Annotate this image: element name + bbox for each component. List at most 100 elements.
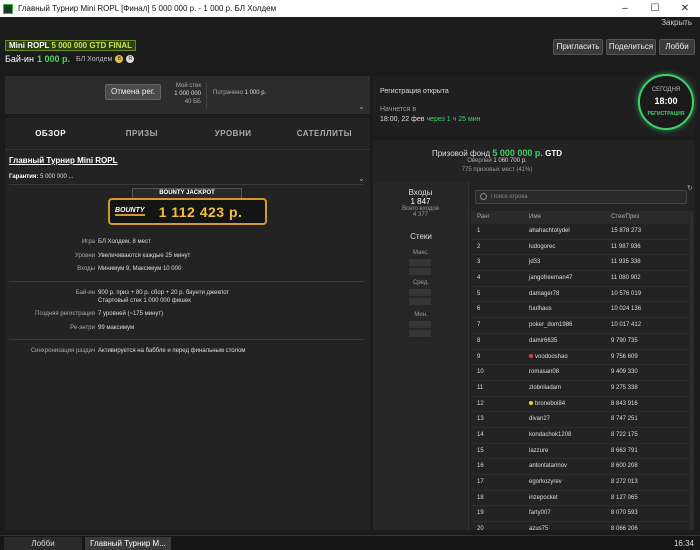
spent-value: 1 000 р. — [244, 90, 267, 96]
tab-levels[interactable]: УРОВНИ — [188, 118, 279, 149]
prize-panel: Призовой фонд 5 000 000 р. GTD Оверлей 1… — [373, 140, 695, 538]
column-stack[interactable]: Стек/Приз — [605, 211, 689, 224]
player-stack: 11 935 338 — [611, 259, 641, 266]
guarantee-value: 5 000 000 ... — [40, 174, 74, 180]
column-name[interactable]: Имя — [525, 211, 605, 224]
bounty-jackpot-label: BOUNTY JACKPOT — [132, 188, 242, 198]
player-stack: 11 080 902 — [611, 275, 641, 282]
prize-pool-currency: GTD — [545, 149, 563, 158]
table-row[interactable]: 2 ludogorec 11 987 936 — [471, 240, 689, 256]
players-scrollbar[interactable] — [690, 211, 693, 530]
table-row[interactable]: 19 farty007 8 070 593 — [471, 506, 689, 523]
player-search[interactable] — [475, 190, 687, 204]
guarantee: Гарантия: 5 000 000 ... — [9, 174, 73, 180]
column-rank[interactable]: Ранг — [471, 211, 525, 224]
tab-overview[interactable]: ОБЗОР — [5, 118, 96, 149]
player-name: broneboi84 — [535, 400, 566, 407]
player-name-cell: romasan08 — [525, 365, 605, 380]
stack-bar — [409, 330, 431, 337]
table-row[interactable]: 5 damager78 10 576 019 — [471, 287, 689, 303]
maximize-button[interactable]: ☐ — [640, 0, 670, 17]
starts-label: Начнется в — [380, 106, 417, 113]
chevron-down-icon[interactable]: ⌄ — [358, 174, 365, 183]
player-stack: 8 600 208 — [611, 463, 638, 470]
refresh-icon[interactable]: ↻ — [687, 184, 693, 192]
player-name: fuulhaus — [529, 306, 552, 313]
table-row[interactable]: 7 poker_dom1986 10 017 412 — [471, 318, 689, 334]
player-rank: 6 — [477, 306, 481, 313]
player-rank: 3 — [477, 259, 481, 266]
players-table: Ранг Имя Стек/Приз 1 ahahachtotydel 15 878… — [471, 211, 689, 538]
share-button[interactable]: Поделиться — [606, 39, 656, 55]
blind-icon: B — [115, 55, 124, 63]
divider — [9, 184, 364, 185]
chevron-down-icon[interactable]: ⌄ — [358, 102, 365, 111]
player-name: inzepocket — [529, 494, 558, 501]
tab-satellites[interactable]: САТЕЛЛИТЫ — [279, 118, 370, 149]
taskbar-active-window[interactable]: Главный Турнир М... — [85, 537, 171, 550]
player-name-cell: jd33 — [525, 255, 605, 270]
player-rank: 9 — [477, 353, 481, 360]
table-row[interactable]: 8 damir6635 9 790 735 — [471, 334, 689, 350]
minimize-button[interactable]: – — [610, 0, 640, 17]
tournament-name-badge: Mini ROPL 5 000 000 GTD FINAL — [5, 40, 137, 51]
table-row[interactable]: 13 divan27 8 747 251 — [471, 412, 689, 428]
player-name-cell: fuulhaus — [525, 302, 605, 317]
table-row[interactable]: 1 ahahachtotydel 15 878 273 — [471, 224, 689, 240]
table-row[interactable]: 16 antontatarinov 8 600 208 — [471, 459, 689, 475]
player-rank: 4 — [477, 275, 481, 282]
player-stack: 8 747 251 — [611, 416, 638, 423]
close-link[interactable]: Закрыть — [661, 18, 692, 27]
today-registration-badge[interactable]: СЕГОДНЯ 18:00 РЕГИСТРАЦИЯ — [638, 74, 694, 130]
table-row[interactable]: 12 broneboi84 8 843 916 — [471, 397, 689, 413]
avg-stack-bar — [409, 289, 431, 296]
player-stack: 8 663 791 — [611, 447, 638, 454]
table-row[interactable]: 17 egorkozyrev 8 272 013 — [471, 475, 689, 491]
stack-bar — [409, 268, 431, 275]
tab-prizes[interactable]: ПРИЗЫ — [96, 118, 187, 149]
player-name: jangofreeman47 — [529, 275, 573, 282]
entries-label: Входы — [408, 188, 433, 197]
player-name: damir6635 — [529, 337, 558, 344]
divider — [9, 281, 364, 282]
today-label: СЕГОДНЯ — [651, 87, 681, 93]
table-row[interactable]: 4 jangofreeman47 11 080 902 — [471, 271, 689, 287]
bounty-jackpot-box: BOUNTY 1 112 423 р. — [108, 198, 267, 225]
spent: Потрачено 1 000 р. — [213, 90, 266, 96]
table-row[interactable]: 14 kondachok1208 8 722 175 — [471, 428, 689, 444]
window-title: Главный Турнир Mini ROPL [Финал] 5 000 0… — [18, 4, 277, 13]
table-row[interactable]: 6 fuulhaus 10 024 136 — [471, 302, 689, 319]
player-name-cell: jangofreeman47 — [525, 271, 605, 286]
invite-button[interactable]: Пригласить — [553, 39, 603, 55]
taskbar-lobby[interactable]: Лобби — [4, 537, 82, 550]
player-name-cell: ahahachtotydel — [525, 224, 605, 239]
lobby-button[interactable]: Лобби — [659, 39, 695, 55]
player-name: azus75 — [529, 526, 549, 533]
table-row[interactable]: 18 inzepocket 8 127 065 — [471, 491, 689, 507]
player-name: romasan08 — [529, 369, 560, 376]
close-window-button[interactable]: ✕ — [670, 0, 700, 17]
info-value-entries: Минимум 9, Максимум 10 000 — [98, 266, 182, 272]
buyin-amount: 1 000 р. — [36, 54, 70, 64]
overview-panel: ОБЗОР ПРИЗЫ УРОВНИ САТЕЛЛИТЫ Главный Тур… — [5, 118, 370, 530]
stack-bar — [409, 298, 431, 305]
taskbar: Лобби Главный Турнир М... 16:34 — [0, 535, 700, 550]
table-row[interactable]: 3 jd33 11 935 338 — [471, 255, 689, 272]
info-value-buyin: 900 р. приз + 80 р. сбор + 20 р. баунти … — [98, 290, 230, 296]
table-row[interactable]: 10 romasan08 9 409 330 — [471, 365, 689, 381]
table-row[interactable]: 15 lazzure 8 663 791 — [471, 444, 689, 460]
cancel-registration-button[interactable]: Отмена рег. — [105, 84, 161, 100]
table-row[interactable]: 11 zlobniiadam 9 275 338 — [471, 381, 689, 397]
player-name: kondachok1208 — [529, 431, 572, 438]
player-name: poker_dom1986 — [529, 322, 573, 329]
info-value-starting-stack: Стартовый стек 1 000 000 фишек — [98, 298, 191, 304]
player-stack: 9 409 330 — [611, 369, 638, 376]
info-value-reentry: 99 максимум — [98, 325, 135, 331]
player-name-cell: antontatarinov — [525, 459, 605, 474]
divider — [206, 82, 207, 108]
player-rank: 12 — [477, 400, 484, 407]
player-search-input[interactable] — [491, 192, 681, 202]
player-stack: 11 987 936 — [611, 243, 641, 250]
game-type: БЛ Холдем — [75, 55, 113, 63]
table-row[interactable]: 9 voodooshao 9 756 609 — [471, 350, 689, 366]
